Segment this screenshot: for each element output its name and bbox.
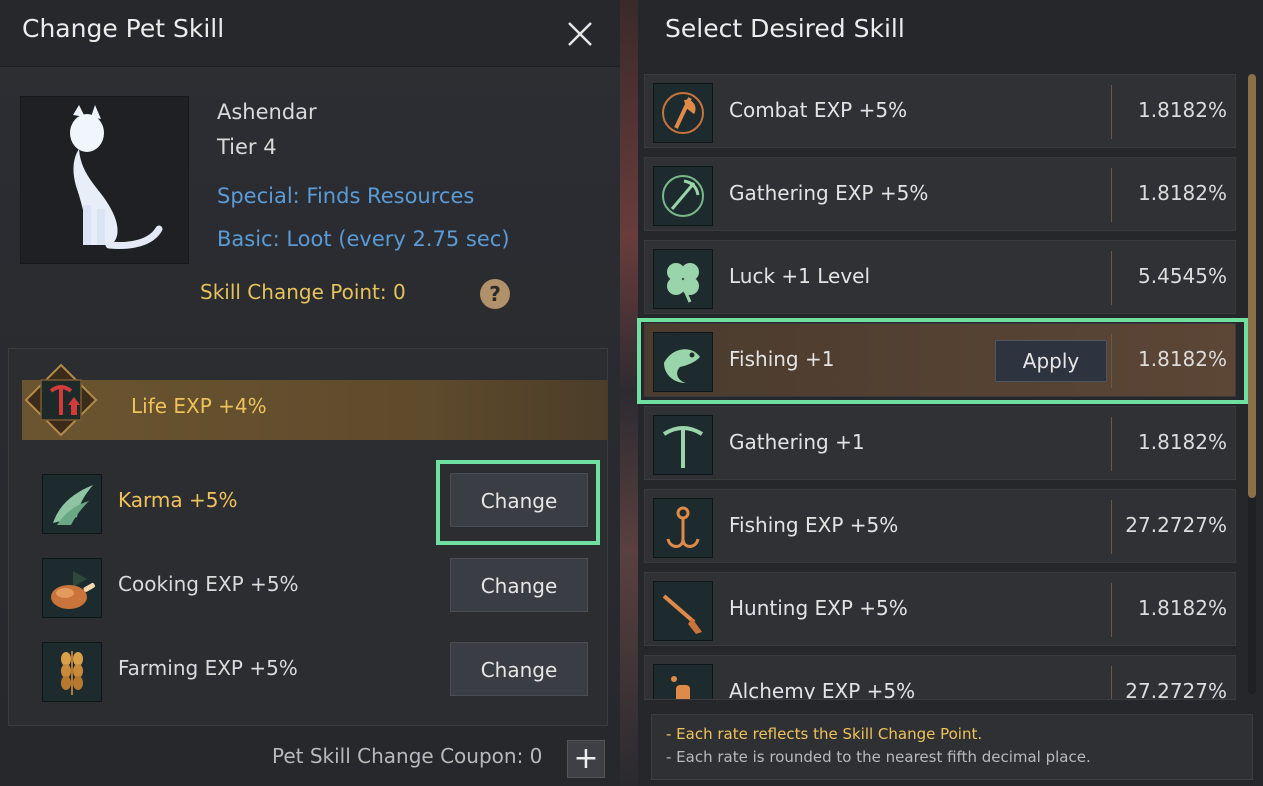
skill-option-label: Fishing EXP +5% — [729, 513, 899, 537]
pet-basic-skill: Basic: Loot (every 2.75 sec) — [217, 227, 510, 251]
change-pet-skill-panel: Change Pet Skill Ashendar Tier 4 Special… — [0, 0, 620, 786]
skill-option-rate: 5.4545% — [1138, 264, 1227, 288]
help-icon[interactable]: ? — [480, 279, 510, 309]
panel-title: Select Desired Skill — [665, 14, 905, 43]
skill-option-label: Alchemy EXP +5% — [729, 679, 916, 700]
background-strip — [620, 0, 638, 786]
skill-option-label: Luck +1 Level — [729, 264, 871, 288]
rate-notes: - Each rate reflects the Skill Change Po… — [651, 714, 1253, 780]
divider — [1111, 85, 1112, 139]
roast-chicken-icon — [42, 558, 102, 618]
skill-option[interactable]: Alchemy EXP +5% 27.2727% — [644, 655, 1236, 700]
panel-header: Change Pet Skill — [0, 0, 620, 67]
pet-portrait — [20, 96, 189, 264]
skill-option-rate: 1.8182% — [1138, 596, 1227, 620]
divider — [1111, 251, 1112, 305]
change-button-cooking[interactable]: Change — [450, 558, 588, 612]
skill-option-rate: 27.2727% — [1125, 679, 1227, 700]
add-coupon-button[interactable]: + — [567, 740, 605, 778]
pickaxe-wreath-icon — [653, 166, 713, 226]
divider — [1111, 500, 1112, 554]
skill-option[interactable]: Gathering +1 1.8182% — [644, 406, 1236, 480]
skill-option[interactable]: Luck +1 Level 5.4545% — [644, 240, 1236, 314]
flask-icon — [653, 664, 713, 699]
panel-title: Change Pet Skill — [22, 14, 225, 43]
wings-icon — [42, 474, 102, 534]
rifle-icon — [653, 581, 713, 641]
skill-option-rate: 1.8182% — [1138, 430, 1227, 454]
pet-special-skill: Special: Finds Resources — [217, 184, 475, 208]
skill-option-label: Hunting EXP +5% — [729, 596, 908, 620]
skill-option-rate: 27.2727% — [1125, 513, 1227, 537]
pickaxe-icon — [653, 415, 713, 475]
wheat-icon — [42, 642, 102, 702]
hook-icon — [653, 498, 713, 558]
skill-change-point: Skill Change Point: 0 — [200, 280, 406, 304]
close-button[interactable] — [562, 16, 598, 52]
life-exp-icon — [24, 363, 98, 437]
clover-icon — [653, 249, 713, 309]
skill-option[interactable]: Combat EXP +5% 1.8182% — [644, 74, 1236, 148]
divider — [1111, 417, 1112, 471]
life-exp-row — [22, 380, 608, 440]
panel-header: Select Desired Skill — [638, 0, 1263, 64]
coupon-count: Pet Skill Change Coupon: 0 — [272, 744, 543, 768]
life-exp-label: Life EXP +4% — [131, 394, 267, 418]
skill-option-label: Gathering EXP +5% — [729, 181, 929, 205]
skill-option[interactable]: Gathering EXP +5% 1.8182% — [644, 157, 1236, 231]
cat-icon — [70, 105, 163, 249]
divider — [1111, 583, 1112, 637]
divider — [1111, 666, 1112, 699]
skill-option-label: Combat EXP +5% — [729, 98, 908, 122]
divider — [1111, 168, 1112, 222]
skill-option[interactable]: Fishing EXP +5% 27.2727% — [644, 489, 1236, 563]
skill-label-cooking: Cooking EXP +5% — [118, 572, 299, 596]
note-line-1: - Each rate reflects the Skill Change Po… — [666, 725, 983, 743]
skill-option[interactable]: Hunting EXP +5% 1.8182% — [644, 572, 1236, 646]
change-button-farming[interactable]: Change — [450, 642, 588, 696]
skill-option-rate: 1.8182% — [1138, 181, 1227, 205]
pet-name: Ashendar — [217, 100, 317, 124]
close-icon — [568, 22, 592, 46]
skill-label-farming: Farming EXP +5% — [118, 656, 298, 680]
skill-option-label: Gathering +1 — [729, 430, 865, 454]
pet-tier: Tier 4 — [217, 135, 277, 159]
note-line-2: - Each rate is rounded to the nearest fi… — [666, 748, 1091, 766]
axe-icon — [653, 83, 713, 143]
selected-skill-highlight — [436, 460, 600, 545]
selected-option-highlight — [637, 318, 1248, 404]
skill-label-karma: Karma +5% — [118, 488, 238, 512]
scrollbar-thumb[interactable] — [1248, 74, 1256, 498]
skill-option-rate: 1.8182% — [1138, 98, 1227, 122]
scrollbar[interactable] — [1248, 74, 1256, 694]
